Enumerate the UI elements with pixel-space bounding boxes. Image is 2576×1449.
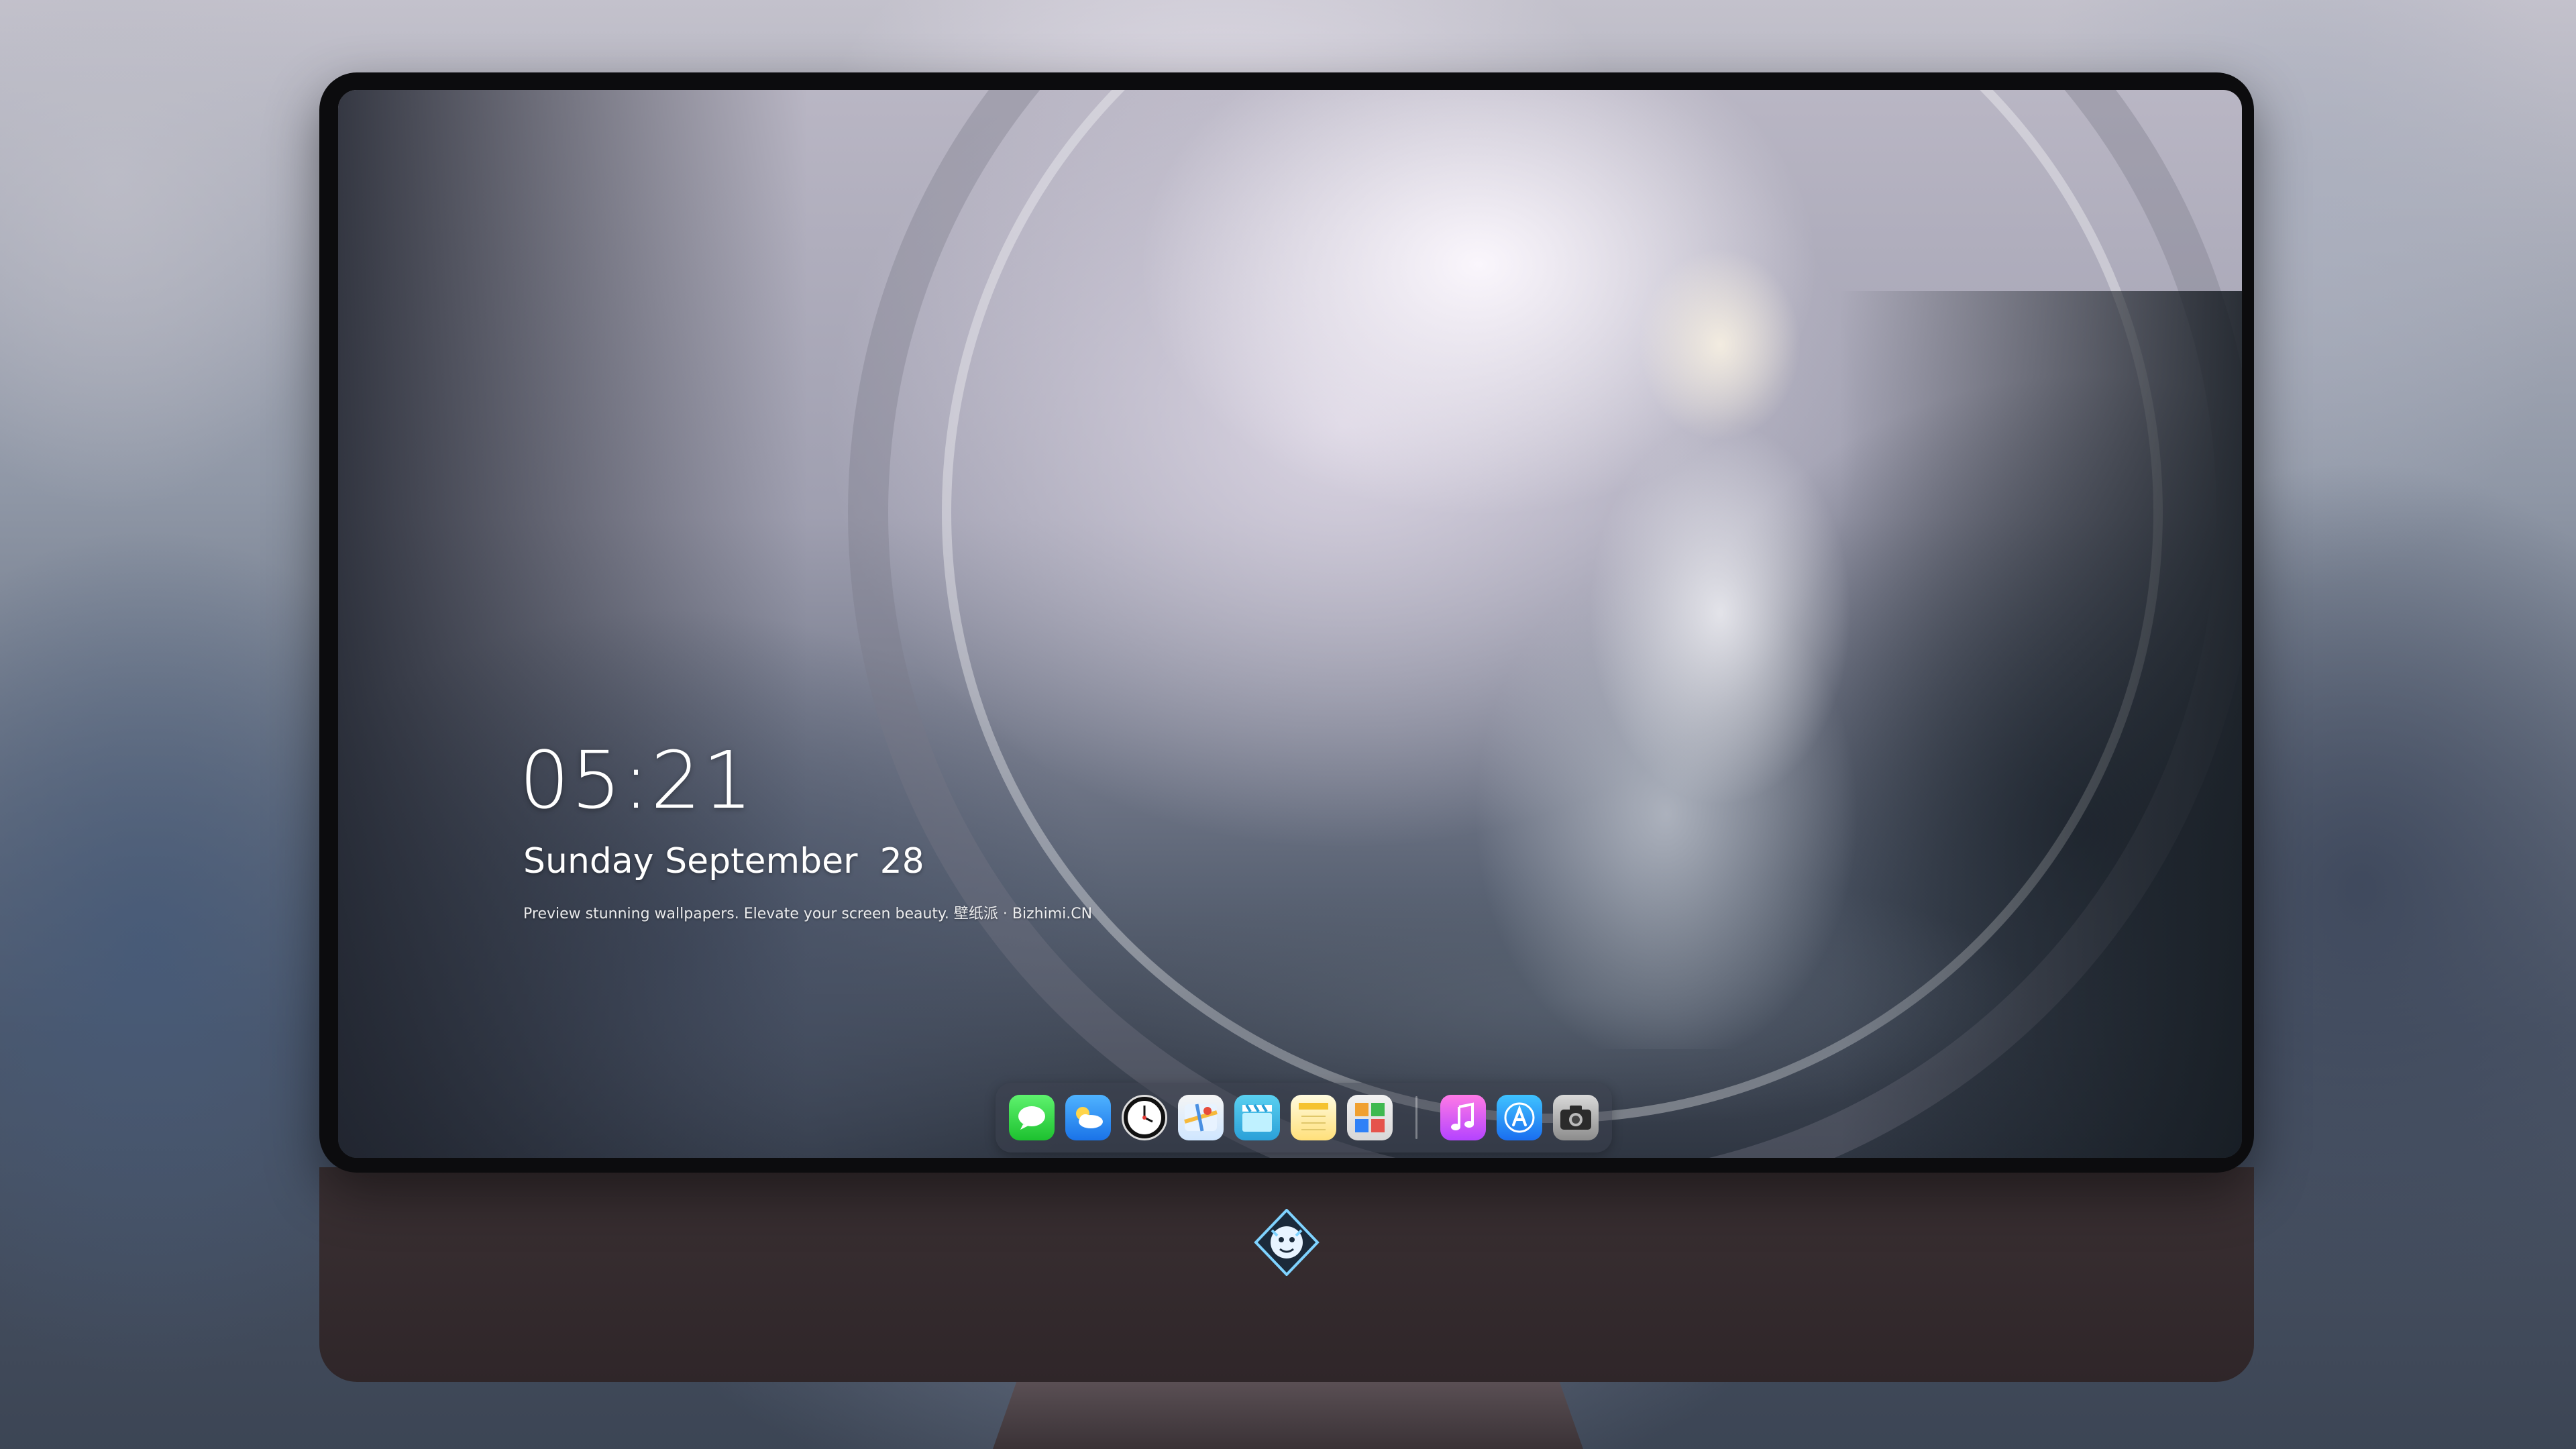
photos-icon[interactable] <box>1347 1095 1393 1140</box>
photo-grid-icon <box>1355 1103 1385 1132</box>
clapperboard-icon <box>1242 1104 1272 1132</box>
notes-icon[interactable] <box>1291 1095 1336 1140</box>
wallpaper-figure <box>1411 211 2015 1049</box>
camera-icon[interactable] <box>1553 1095 1599 1140</box>
messages-icon[interactable] <box>1009 1095 1055 1140</box>
music-icon[interactable] <box>1440 1095 1486 1140</box>
clips-icon[interactable] <box>1234 1095 1280 1140</box>
cloud-sun-icon <box>1076 1107 1103 1128</box>
messages-bubble-icon <box>1018 1106 1045 1130</box>
wallpaper-caption: Preview stunning wallpapers. Elevate you… <box>523 906 1093 922</box>
monitor-bezel: 05:21 Sunday September 28 Preview stunni… <box>319 72 2254 1173</box>
dock <box>996 1083 1612 1152</box>
monitor-stand-base <box>993 1382 1583 1449</box>
monitor: 05:21 Sunday September 28 Preview stunni… <box>319 72 2254 1382</box>
clock-face-icon <box>1128 1101 1161 1134</box>
dock-separator <box>1415 1096 1417 1139</box>
lock-date: Sunday September 28 <box>523 841 924 881</box>
camera-body-icon <box>1560 1106 1591 1130</box>
app-store-icon[interactable] <box>1497 1095 1542 1140</box>
map-icon <box>1184 1104 1218 1132</box>
mascot-badge-icon <box>1254 1208 1320 1277</box>
clock-icon[interactable] <box>1122 1095 1167 1140</box>
music-note-icon <box>1451 1102 1474 1130</box>
weather-icon[interactable] <box>1065 1095 1111 1140</box>
maps-icon[interactable] <box>1178 1095 1224 1140</box>
lock-time: 05:21 <box>519 734 755 826</box>
monitor-brand-logo <box>1253 1208 1320 1277</box>
scene: 05:21 Sunday September 28 Preview stunni… <box>0 0 2576 1449</box>
notepad-icon <box>1299 1103 1328 1130</box>
wallpaper-shadow-left <box>338 90 808 1158</box>
lock-screen[interactable]: 05:21 Sunday September 28 Preview stunni… <box>338 90 2242 1158</box>
app-store-a-icon <box>1504 1102 1535 1133</box>
